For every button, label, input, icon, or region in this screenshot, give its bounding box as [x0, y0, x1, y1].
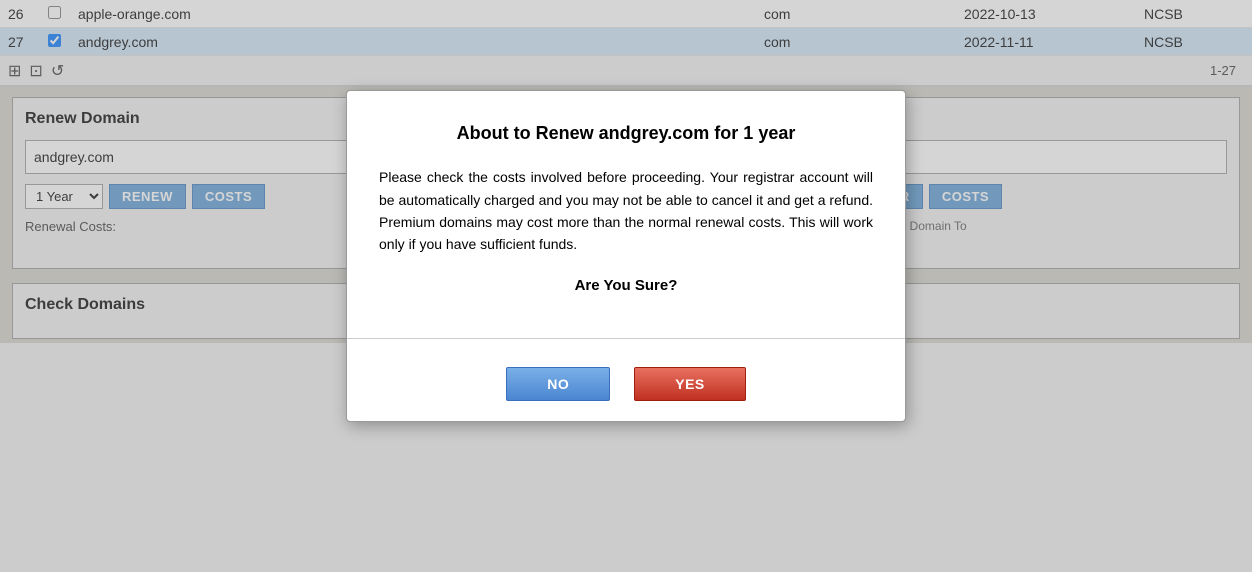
no-button[interactable]: NO — [506, 367, 610, 401]
yes-button[interactable]: YES — [634, 367, 746, 401]
modal-body: About to Renew andgrey.com for 1 year Pl… — [347, 91, 905, 321]
confirm-modal: About to Renew andgrey.com for 1 year Pl… — [346, 90, 906, 421]
modal-question: Are You Sure? — [379, 274, 873, 298]
modal-text: Please check the costs involved before p… — [379, 166, 873, 256]
modal-title: About to Renew andgrey.com for 1 year — [379, 119, 873, 148]
modal-overlay: About to Renew andgrey.com for 1 year Pl… — [0, 0, 1252, 572]
modal-footer: NO YES — [347, 355, 905, 421]
page-background: 26 apple-orange.com com 2022-10-13 NCSB … — [0, 0, 1252, 572]
modal-divider — [347, 338, 905, 339]
